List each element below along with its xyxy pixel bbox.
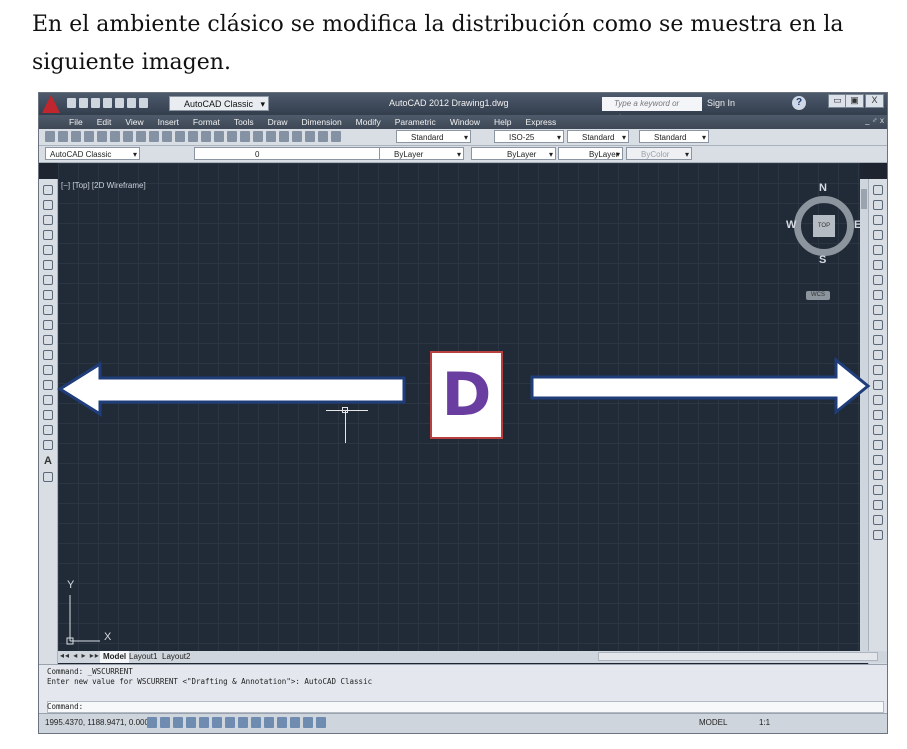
left-arrow bbox=[57, 361, 406, 417]
d-logo-icon: D bbox=[430, 351, 503, 439]
right-arrow bbox=[530, 356, 871, 416]
